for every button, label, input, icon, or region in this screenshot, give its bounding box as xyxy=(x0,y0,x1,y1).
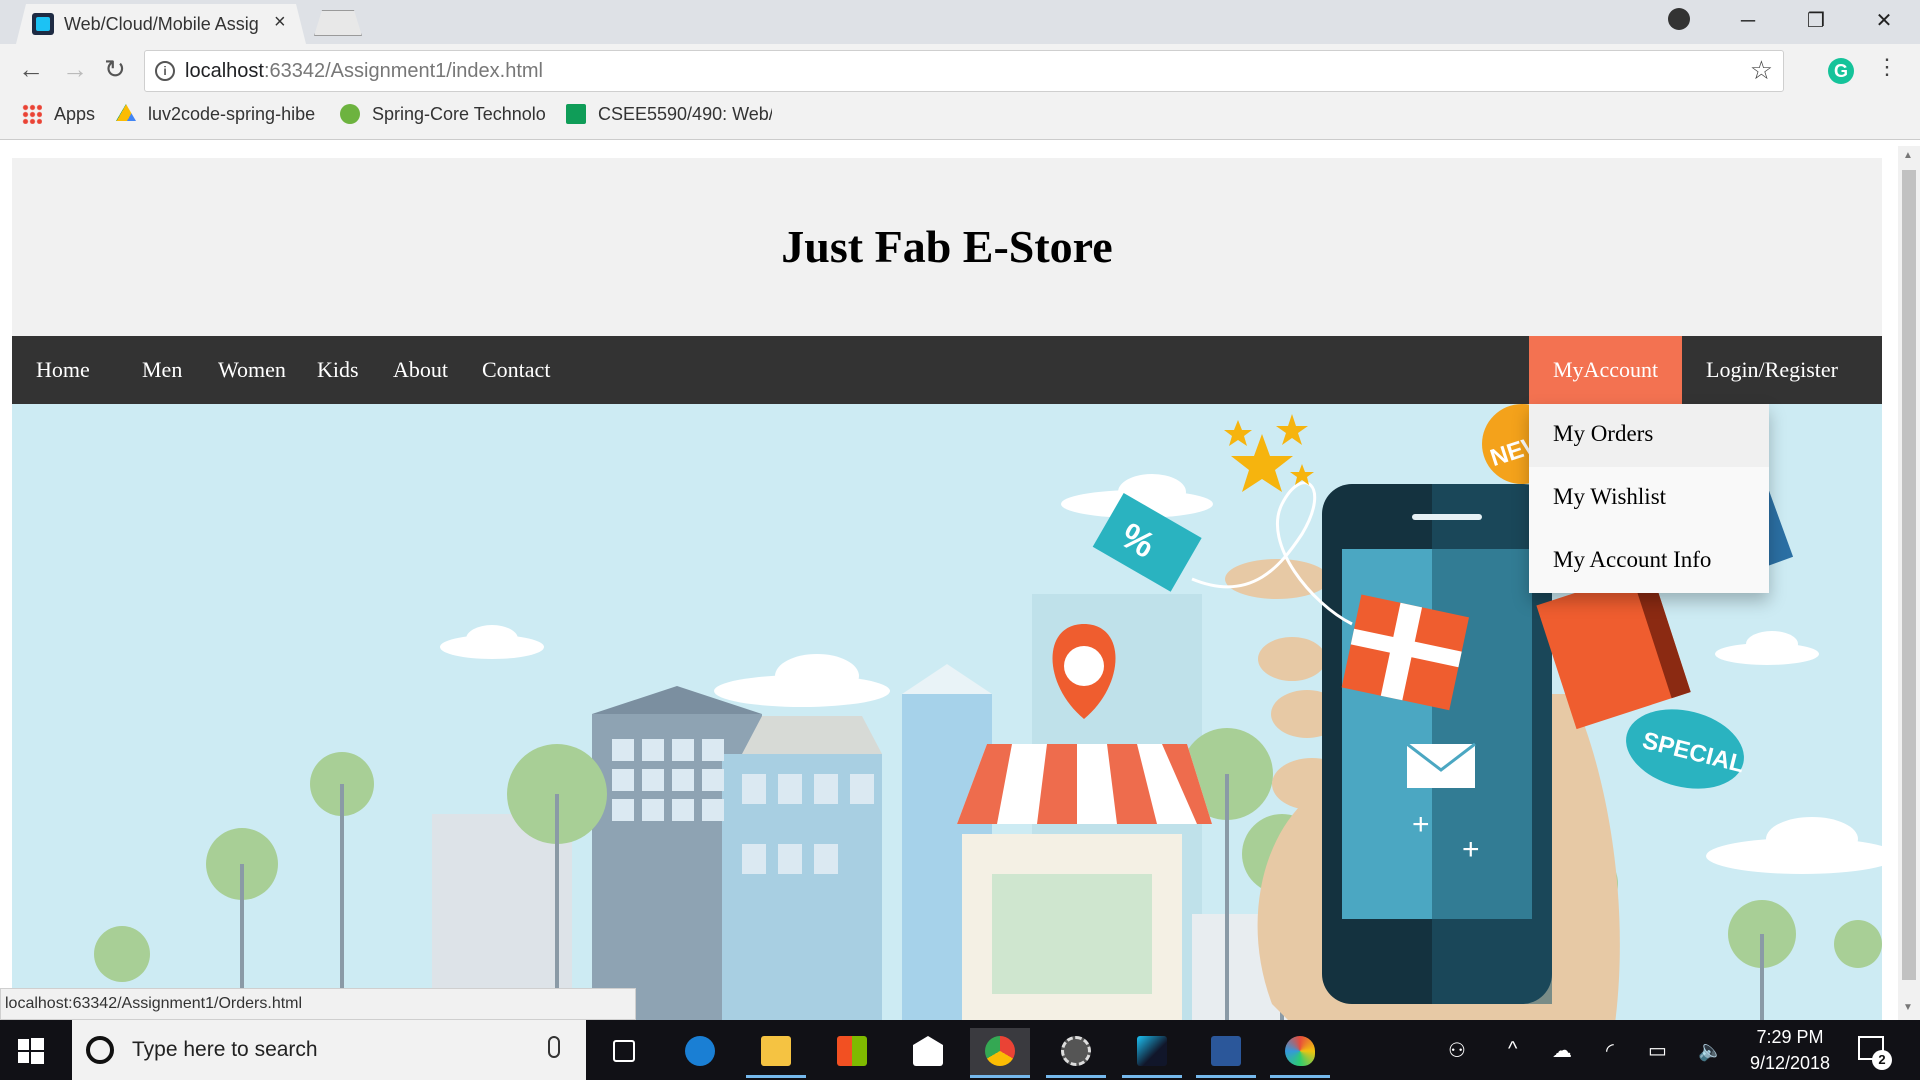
dropdown-my-account-info[interactable]: My Account Info xyxy=(1529,530,1769,593)
gear-icon xyxy=(1061,1036,1091,1066)
dropdown-my-orders[interactable]: My Orders xyxy=(1529,404,1769,467)
bookmark-label: Spring-Core Technolo xyxy=(372,104,546,124)
bookmark-spring-core[interactable]: Spring-Core Technolo xyxy=(340,104,550,125)
url-path: :63342/Assignment1/index.html xyxy=(263,60,543,82)
close-tab-icon[interactable]: × xyxy=(274,11,286,34)
url-text[interactable]: localhost:63342/Assignment1/index.html xyxy=(185,60,543,83)
scroll-up-icon[interactable]: ▲ xyxy=(1903,150,1913,161)
google-drive-icon xyxy=(116,104,136,121)
sheets-icon xyxy=(566,104,586,124)
tab-title: Web/Cloud/Mobile Assig xyxy=(64,14,259,34)
grammarly-extension-icon[interactable]: G xyxy=(1828,58,1854,84)
new-tab-button[interactable] xyxy=(314,10,362,36)
onedrive-cloud-icon[interactable]: ☁ xyxy=(1552,1038,1572,1063)
tab-strip: Web/Cloud/Mobile Assig × ─ ❐ ✕ xyxy=(0,0,1920,44)
taskbar-mail[interactable] xyxy=(898,1028,958,1078)
myaccount-dropdown: My Orders My Wishlist My Account Info xyxy=(1529,404,1769,593)
main-navbar: Home Men Women Kids About Contact MyAcco… xyxy=(12,336,1882,404)
dropdown-my-wishlist[interactable]: My Wishlist xyxy=(1529,467,1769,530)
mail-icon xyxy=(913,1036,943,1066)
nav-home[interactable]: Home xyxy=(12,336,114,404)
bookmarks-bar: Apps luv2code-spring-hibe Spring-Core Te… xyxy=(0,98,1920,134)
scroll-down-icon[interactable]: ▼ xyxy=(1903,1002,1913,1013)
url-host: localhost xyxy=(185,60,264,82)
volume-icon[interactable]: 🔈 xyxy=(1698,1038,1723,1063)
bookmark-apps[interactable]: Apps xyxy=(22,104,95,125)
profile-icon[interactable] xyxy=(1668,8,1690,30)
site-container: Just Fab E-Store Home Men Women Kids Abo… xyxy=(12,158,1882,1020)
nav-login-register[interactable]: Login/Register xyxy=(1682,336,1862,404)
bookmark-luv2code[interactable]: luv2code-spring-hibe xyxy=(116,104,326,125)
apps-grid-icon xyxy=(22,104,42,124)
bookmark-csee5590[interactable]: CSEE5590/490: Web/( xyxy=(566,104,772,125)
taskbar-chrome[interactable] xyxy=(970,1028,1030,1078)
vertical-scrollbar[interactable]: ▲ ▼ xyxy=(1898,146,1920,1020)
wifi-icon[interactable]: ◜ xyxy=(1606,1038,1614,1063)
taskbar-edge[interactable] xyxy=(670,1028,730,1078)
taskbar-store[interactable] xyxy=(822,1028,882,1078)
forward-arrow-icon[interactable]: → xyxy=(62,54,88,85)
taskbar-file-explorer[interactable] xyxy=(746,1028,806,1078)
taskbar-word[interactable] xyxy=(1196,1028,1256,1078)
svg-text:+: + xyxy=(1462,833,1480,866)
paint-palette-icon xyxy=(1285,1036,1315,1066)
taskbar-settings-app[interactable] xyxy=(1046,1028,1106,1078)
chrome-icon xyxy=(985,1036,1015,1066)
webstorm-icon xyxy=(1137,1036,1167,1066)
windows-taskbar: Type here to search ⚇ ^ ☁ ◜ ▭ 🔈 7:29 PM … xyxy=(0,1020,1920,1080)
site-title: Just Fab E-Store xyxy=(781,221,1113,272)
restore-icon[interactable]: ❐ xyxy=(1796,6,1836,36)
edge-icon xyxy=(685,1036,715,1066)
people-icon[interactable]: ⚇ xyxy=(1448,1038,1466,1063)
bookmark-star-icon[interactable]: ☆ xyxy=(1750,55,1773,86)
store-icon xyxy=(837,1036,867,1066)
chrome-menu-icon[interactable]: ⋮ xyxy=(1876,54,1898,80)
site-header: Just Fab E-Store xyxy=(12,158,1882,336)
taskbar-clock[interactable]: 7:29 PM 9/12/2018 xyxy=(1730,1024,1850,1076)
page-viewport: Just Fab E-Store Home Men Women Kids Abo… xyxy=(0,146,1898,1020)
cortana-icon xyxy=(86,1036,114,1064)
clock-date: 9/12/2018 xyxy=(1749,1053,1831,1073)
taskbar-webstorm[interactable] xyxy=(1122,1028,1182,1078)
microphone-icon[interactable] xyxy=(548,1036,560,1058)
svg-text:+: + xyxy=(1412,808,1430,841)
battery-icon[interactable]: ▭ xyxy=(1648,1038,1667,1063)
taskbar-search-box[interactable]: Type here to search xyxy=(72,1020,586,1080)
notification-count-badge: 2 xyxy=(1872,1050,1892,1070)
address-bar[interactable]: i localhost:63342/Assignment1/index.html… xyxy=(144,50,1784,92)
nav-about[interactable]: About xyxy=(369,336,472,404)
taskbar-paint[interactable] xyxy=(1270,1028,1330,1078)
bookmark-label: Apps xyxy=(54,104,96,124)
link-status-bar: localhost:63342/Assignment1/Orders.html xyxy=(0,988,636,1020)
windows-start-icon[interactable] xyxy=(18,1038,44,1064)
back-arrow-icon[interactable]: ← xyxy=(18,54,44,85)
taskbar-search-placeholder: Type here to search xyxy=(132,1038,318,1061)
chevron-up-icon[interactable]: ^ xyxy=(1508,1038,1517,1061)
minimize-icon[interactable]: ─ xyxy=(1728,6,1768,36)
close-window-icon[interactable]: ✕ xyxy=(1864,6,1904,36)
word-icon xyxy=(1211,1036,1241,1066)
bookmark-label: luv2code-spring-hibe xyxy=(148,104,316,124)
reload-icon[interactable]: ↻ xyxy=(104,54,126,85)
browser-toolbar: ← → ↻ i localhost:63342/Assignment1/inde… xyxy=(0,44,1920,140)
site-info-icon[interactable]: i xyxy=(155,61,175,81)
nav-myaccount[interactable]: MyAccount xyxy=(1529,336,1683,404)
task-view-icon xyxy=(613,1040,635,1062)
spring-leaf-icon xyxy=(340,104,360,124)
nav-contact[interactable]: Contact xyxy=(458,336,574,404)
clock-time: 7:29 PM xyxy=(1756,1027,1824,1047)
webstorm-favicon-icon xyxy=(32,13,54,35)
bookmark-label: CSEE5590/490: Web/( xyxy=(598,104,772,124)
scroll-thumb[interactable] xyxy=(1902,170,1916,980)
browser-tab[interactable]: Web/Cloud/Mobile Assig × xyxy=(16,4,306,44)
file-explorer-icon xyxy=(761,1036,791,1066)
task-view-button[interactable] xyxy=(594,1028,654,1078)
